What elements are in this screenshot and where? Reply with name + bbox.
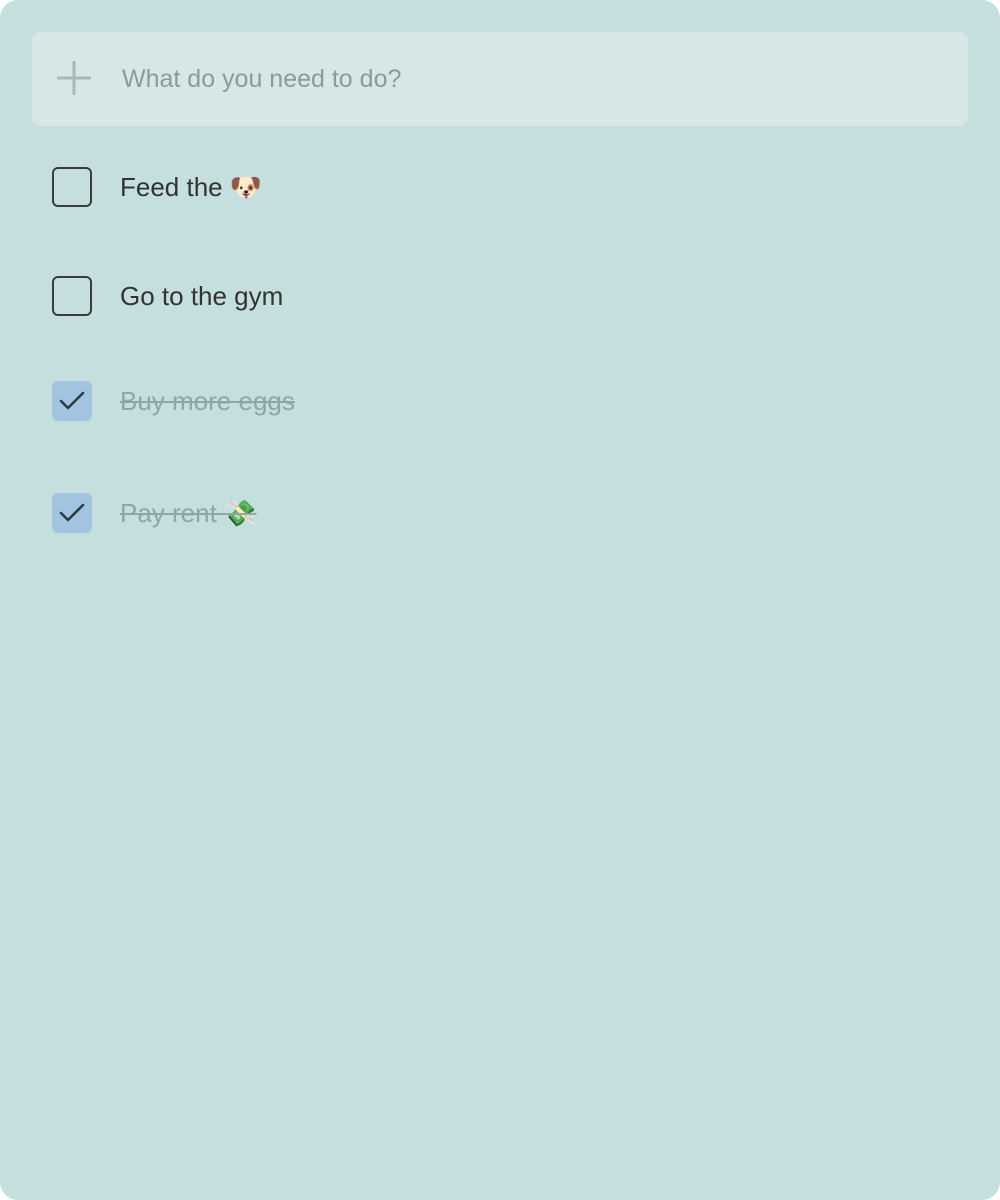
todo-label: Pay rent 💸 [120,498,257,528]
todo-checkbox-checked[interactable] [52,381,92,421]
todo-label: Buy more eggs [120,386,295,416]
checkmark-icon [59,391,85,410]
todo-checkbox-checked[interactable] [52,493,92,533]
plus-icon[interactable] [56,60,92,96]
todo-item[interactable]: Feed the 🐶 [52,166,952,208]
add-todo-input[interactable] [122,58,922,100]
todo-item[interactable]: Pay rent 💸 [52,492,952,534]
checkmark-icon [59,503,85,522]
todo-item[interactable]: Go to the gym [52,275,952,317]
todo-checkbox[interactable] [52,276,92,316]
todo-checkbox[interactable] [52,167,92,207]
todo-app: Feed the 🐶 Go to the gym Buy more eggs P… [0,0,1000,1200]
todo-label: Go to the gym [120,281,284,311]
todo-label: Feed the 🐶 [120,172,263,202]
todo-item[interactable]: Buy more eggs [52,380,952,422]
